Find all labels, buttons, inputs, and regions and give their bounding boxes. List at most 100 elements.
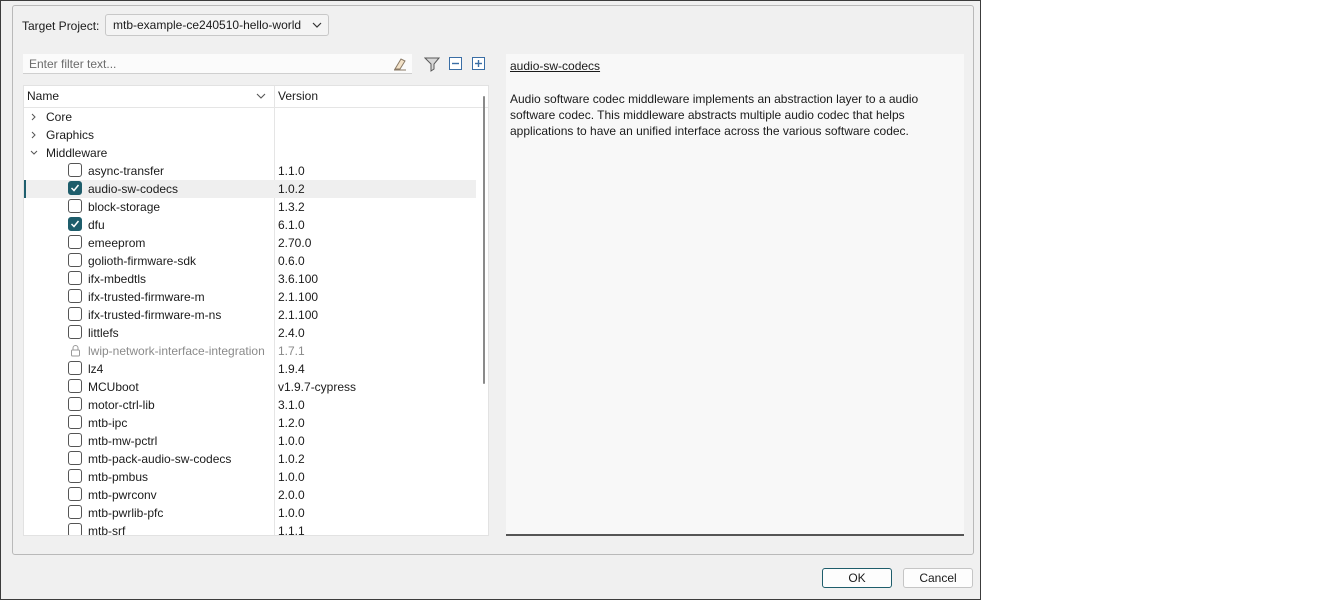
tree-category-row[interactable]: Middleware <box>24 144 476 162</box>
library-checkbox[interactable] <box>68 199 82 213</box>
library-version[interactable]: 1.0.0 <box>278 433 305 449</box>
library-version[interactable]: 1.0.0 <box>278 469 305 485</box>
library-name: mtb-pmbus <box>88 470 149 484</box>
lock-icon <box>71 345 80 357</box>
tree-category-row[interactable]: Core <box>24 108 476 126</box>
library-version[interactable]: 1.3.2 <box>278 199 305 215</box>
library-version[interactable]: 6.1.0 <box>278 217 305 233</box>
library-row[interactable]: dfu 6.1.0 <box>24 216 476 234</box>
library-checkbox[interactable] <box>68 361 82 375</box>
library-name: mtb-mw-pctrl <box>88 434 158 448</box>
library-name: mtb-pack-audio-sw-codecs <box>88 452 232 466</box>
library-checkbox[interactable] <box>68 271 82 285</box>
library-version[interactable]: 2.70.0 <box>278 235 311 251</box>
library-version[interactable]: 3.1.0 <box>278 397 305 413</box>
chevron-right-icon[interactable] <box>29 130 39 140</box>
library-checkbox[interactable] <box>68 505 82 519</box>
library-row[interactable]: mtb-mw-pctrl 1.0.0 <box>24 432 476 450</box>
library-version[interactable]: v1.9.7-cypress <box>278 379 356 395</box>
library-row[interactable]: emeeprom 2.70.0 <box>24 234 476 252</box>
library-checkbox[interactable] <box>68 289 82 303</box>
tree-header: Name Version <box>24 86 488 108</box>
version-column-header[interactable]: Version <box>278 89 318 104</box>
library-row[interactable]: audio-sw-codecs 1.0.2 <box>24 180 476 198</box>
library-checkbox[interactable] <box>68 217 82 231</box>
library-version[interactable]: 1.9.4 <box>278 361 305 377</box>
target-project-value: mtb-example-ce240510-hello-world <box>113 18 302 32</box>
expand-all-icon[interactable] <box>471 56 487 72</box>
library-version[interactable]: 1.7.1 <box>278 343 305 359</box>
description-title-link[interactable]: audio-sw-codecs <box>510 59 600 74</box>
library-row[interactable]: ifx-trusted-firmware-m-ns 2.1.100 <box>24 306 476 324</box>
library-row[interactable]: mtb-pmbus 1.0.0 <box>24 468 476 486</box>
library-row[interactable]: mtb-pack-audio-sw-codecs 1.0.2 <box>24 450 476 468</box>
library-version[interactable]: 1.0.0 <box>278 505 305 521</box>
library-row[interactable]: mtb-ipc 1.2.0 <box>24 414 476 432</box>
tree-category-row[interactable]: Graphics <box>24 126 476 144</box>
library-checkbox[interactable] <box>68 415 82 429</box>
library-row[interactable]: littlefs 2.4.0 <box>24 324 476 342</box>
library-version[interactable]: 0.6.0 <box>278 253 305 269</box>
chevron-down-icon[interactable] <box>29 148 39 158</box>
library-version[interactable]: 1.1.0 <box>278 163 305 179</box>
cancel-button[interactable]: Cancel <box>903 568 973 588</box>
library-checkbox[interactable] <box>68 451 82 465</box>
library-version[interactable]: 2.0.0 <box>278 487 305 503</box>
library-row[interactable]: block-storage 1.3.2 <box>24 198 476 216</box>
library-version[interactable]: 1.0.2 <box>278 451 305 467</box>
library-checkbox[interactable] <box>68 469 82 483</box>
library-checkbox[interactable] <box>68 235 82 249</box>
library-checkbox[interactable] <box>68 433 82 447</box>
manage-libraries-dialog: Target Project: mtb-example-ce240510-hel… <box>0 0 981 600</box>
tree-category-label: Middleware <box>46 146 108 160</box>
vertical-scrollbar[interactable] <box>483 96 485 384</box>
library-tree[interactable]: Name Version Core Graphics Middleware async… <box>23 85 489 536</box>
library-checkbox[interactable] <box>68 253 82 267</box>
library-checkbox[interactable] <box>68 487 82 501</box>
library-row[interactable]: lwip-network-interface-integration 1.7.1 <box>24 342 476 360</box>
library-version[interactable]: 2.4.0 <box>278 325 305 341</box>
target-project-select[interactable]: mtb-example-ce240510-hello-world <box>105 14 329 36</box>
library-row[interactable]: async-transfer 1.1.0 <box>24 162 476 180</box>
ok-button[interactable]: OK <box>822 568 892 588</box>
library-checkbox[interactable] <box>68 163 82 177</box>
library-name: emeeprom <box>88 236 146 250</box>
library-row[interactable]: mtb-pwrlib-pfc 1.0.0 <box>24 504 476 522</box>
library-row[interactable]: mtb-srf 1.1.1 <box>24 522 476 535</box>
library-row[interactable]: golioth-firmware-sdk 0.6.0 <box>24 252 476 270</box>
clear-filter-icon[interactable] <box>392 56 408 72</box>
library-name: lz4 <box>88 362 104 376</box>
sort-chevron-icon[interactable] <box>256 91 266 101</box>
library-name: ifx-trusted-firmware-m <box>88 290 205 304</box>
library-row[interactable]: ifx-mbedtls 3.6.100 <box>24 270 476 288</box>
checkmark-icon <box>70 184 80 192</box>
library-checkbox[interactable] <box>68 307 82 321</box>
library-row[interactable]: lz4 1.9.4 <box>24 360 476 378</box>
library-checkbox[interactable] <box>68 181 82 195</box>
collapse-all-icon[interactable] <box>448 56 464 72</box>
library-checkbox[interactable] <box>68 523 82 535</box>
library-name: async-transfer <box>88 164 165 178</box>
library-checkbox[interactable] <box>68 325 82 339</box>
library-version[interactable]: 3.6.100 <box>278 271 318 287</box>
library-version[interactable]: 2.1.100 <box>278 289 318 305</box>
library-checkbox[interactable] <box>68 379 82 393</box>
filter-icon[interactable] <box>424 56 440 72</box>
filter-input[interactable] <box>23 54 412 74</box>
library-version[interactable]: 1.2.0 <box>278 415 305 431</box>
library-name: ifx-mbedtls <box>88 272 147 286</box>
library-name: mtb-ipc <box>88 416 128 430</box>
chevron-right-icon[interactable] <box>29 112 39 122</box>
library-version[interactable]: 1.0.2 <box>278 181 305 197</box>
selection-indicator <box>24 180 26 198</box>
library-version[interactable]: 2.1.100 <box>278 307 318 323</box>
name-column-header[interactable]: Name <box>27 89 59 104</box>
library-row[interactable]: MCUboot v1.9.7-cypress <box>24 378 476 396</box>
library-row[interactable]: motor-ctrl-lib 3.1.0 <box>24 396 476 414</box>
library-row[interactable]: ifx-trusted-firmware-m 2.1.100 <box>24 288 476 306</box>
library-version[interactable]: 1.1.1 <box>278 523 305 535</box>
library-row[interactable]: mtb-pwrconv 2.0.0 <box>24 486 476 504</box>
library-checkbox[interactable] <box>68 397 82 411</box>
chevron-down-icon <box>312 22 322 28</box>
library-name: audio-sw-codecs <box>88 182 179 196</box>
